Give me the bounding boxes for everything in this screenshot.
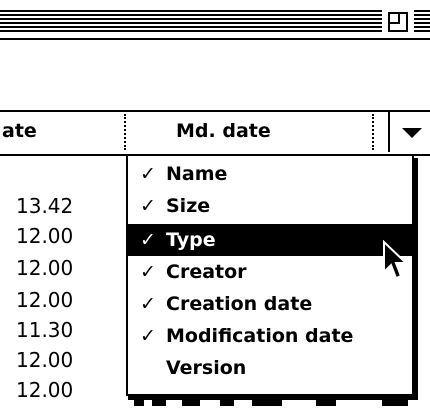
row-fragment-mark (382, 400, 408, 406)
menu-item-label: Version (166, 357, 247, 379)
time-cell: 12.00 (16, 348, 74, 372)
row-fragment-mark (316, 400, 336, 406)
header-top-line (0, 110, 430, 112)
column-divider[interactable] (124, 114, 126, 150)
menu-item-label: Name (166, 163, 228, 185)
menu-item-label: Type (166, 229, 216, 251)
row-fragment-mark (134, 400, 144, 406)
menu-item-name[interactable]: ✓ Name (128, 158, 412, 190)
column-header: ate Md. date (0, 110, 430, 156)
titlebar-divider (0, 38, 430, 40)
column-header-md-date[interactable]: Md. date (176, 120, 271, 142)
titlebar-stripes-right (414, 10, 430, 32)
checkmark-icon: ✓ (140, 293, 156, 315)
time-cell: 12.00 (16, 288, 74, 312)
time-cell: 13.42 (16, 194, 74, 218)
menu-item-label: Modification date (166, 325, 354, 347)
menu-item-label: Size (166, 195, 211, 217)
menu-item-creation-date[interactable]: ✓ Creation date (128, 288, 412, 320)
menu-shadow (128, 396, 418, 400)
column-visibility-menu[interactable]: ✓ Name ✓ Size ✓ Type ✓ Creator ✓ Creatio… (126, 156, 414, 396)
column-header-date[interactable]: ate (2, 120, 37, 142)
time-cell: 11.30 (16, 318, 74, 342)
row-fragment-mark (252, 400, 282, 406)
window-titlebar[interactable] (0, 0, 430, 40)
time-cell: 12.00 (16, 224, 74, 248)
row-fragment-mark (182, 400, 200, 406)
menu-item-creator[interactable]: ✓ Creator (128, 256, 412, 288)
time-cell: 12.00 (16, 378, 74, 402)
arrow-cursor-icon (383, 240, 408, 280)
column-popup-button[interactable] (388, 112, 430, 152)
menu-shadow (414, 158, 418, 398)
underlying-row-fragment (130, 400, 420, 408)
checkmark-icon: ✓ (140, 195, 156, 217)
menu-item-version[interactable]: Version (128, 352, 412, 384)
menu-item-size[interactable]: ✓ Size (128, 190, 412, 222)
checkmark-icon: ✓ (140, 229, 156, 251)
menu-item-modification-date[interactable]: ✓ Modification date (128, 320, 412, 352)
checkmark-icon: ✓ (140, 325, 156, 347)
row-fragment-mark (220, 400, 234, 406)
menu-item-type[interactable]: ✓ Type (128, 224, 412, 256)
menu-item-label: Creator (166, 261, 247, 283)
checkmark-icon: ✓ (140, 163, 156, 185)
checkmark-icon: ✓ (140, 261, 156, 283)
column-divider[interactable] (372, 114, 374, 150)
time-cell: 12.00 (16, 256, 74, 280)
triangle-down-icon (402, 128, 422, 138)
zoom-box-inner (388, 12, 400, 24)
zoom-box-icon[interactable] (384, 8, 412, 36)
titlebar-stripes (0, 10, 382, 32)
menu-item-label: Creation date (166, 293, 313, 315)
row-fragment-mark (152, 400, 166, 406)
